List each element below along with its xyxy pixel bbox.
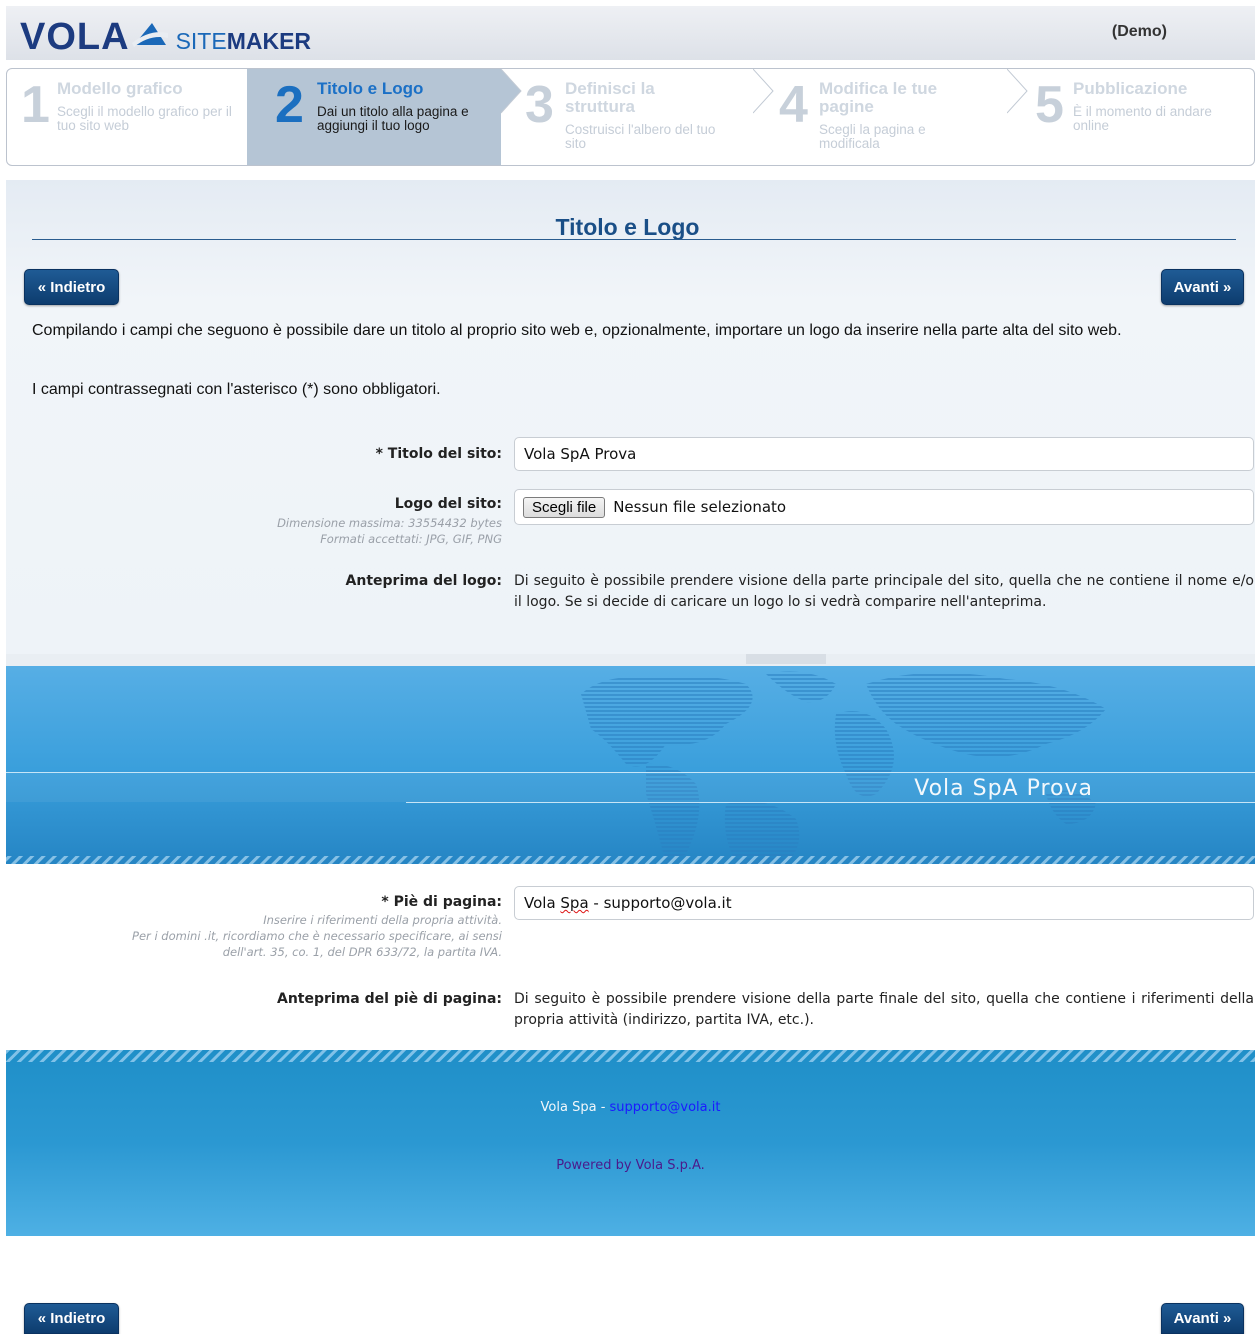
step-number: 1 — [21, 76, 50, 134]
logo-vola-text: VOLA — [20, 16, 130, 58]
next-button-top[interactable]: Avanti » — [1161, 269, 1244, 305]
footer-email-link[interactable]: supporto@vola.it — [610, 1100, 721, 1115]
step-1-modello-grafico[interactable]: 1 Modello grafico Scegli il modello graf… — [7, 69, 247, 165]
logo-preview-label: Anteprima del logo: — [345, 573, 502, 589]
footer-hint-line-3: dell'art. 35, co. 1, del DPR 633/72, la … — [222, 945, 502, 959]
footer-powered-by[interactable]: Powered by Vola S.p.A. — [6, 1158, 1255, 1173]
intro-text: Compilando i campi che seguono è possibi… — [32, 322, 1122, 339]
logo-hint-formats: Formati accettati: JPG, GIF, PNG — [320, 532, 502, 546]
page-title: Titolo e Logo — [555, 214, 700, 240]
title-divider — [32, 239, 1236, 240]
step-description: Scegli la pagina e modificala — [819, 122, 926, 151]
vola-sitemaker-logo[interactable]: VOLA SITEMAKER — [20, 18, 311, 56]
step-description: Scegli il modello grafico per il tuo sit… — [57, 104, 232, 133]
next-button-bottom[interactable]: Avanti » — [1161, 1303, 1244, 1334]
world-map-graphic — [6, 654, 1255, 864]
footer-hint-line-2: Per i domini .it, ricordiamo che è neces… — [132, 929, 502, 943]
logo-swoosh-icon — [131, 23, 168, 47]
footer-hint-line-1: Inserire i riferimenti della propria att… — [263, 913, 502, 927]
logo-hint-size: Dimensione massima: 33554432 bytes — [277, 516, 502, 530]
footer-preview-contact: Vola Spa - supporto@vola.it — [6, 1100, 1255, 1115]
back-button-bottom[interactable]: « Indietro — [24, 1303, 119, 1334]
site-title-label: * Titolo del sito: — [375, 446, 502, 462]
footer-stripes-graphic — [6, 1050, 1255, 1062]
step-number: 3 — [525, 76, 554, 134]
step-4-modifica-pagine[interactable]: 4 Modifica le tue pagine Scegli la pagin… — [753, 69, 1007, 165]
site-title-value: Vola SpA Prova — [524, 445, 637, 463]
step-title: Definisci la struttura — [565, 79, 655, 116]
logo-preview-banner — [6, 654, 1255, 864]
footer-preview-panel — [6, 1050, 1255, 1236]
step-title: Modifica le tue pagine — [819, 79, 938, 116]
step-description: Costruisci l'albero del tuo sito — [565, 122, 716, 151]
step-number: 4 — [779, 76, 808, 134]
step-number: 2 — [275, 76, 304, 134]
file-status: Nessun file selezionato — [613, 498, 787, 516]
app-header: VOLA SITEMAKER (Demo) — [6, 6, 1255, 60]
banner-site-title: Vola SpA Prova — [914, 776, 1093, 801]
step-3-struttura[interactable]: 3 Definisci la struttura Costruisci l'al… — [501, 69, 753, 165]
required-fields-note: I campi contrassegnati con l'asterisco (… — [32, 381, 441, 398]
footer-preview-description: Di seguito è possibile prendere visione … — [514, 991, 1254, 1028]
step-description: È il momento di andare online — [1073, 104, 1212, 133]
footer-value: Vola Spa - supporto@vola.it — [524, 894, 732, 912]
logo-label: Logo del sito: — [394, 496, 502, 512]
footer-company: Vola Spa — [540, 1100, 597, 1115]
step-title: Titolo e Logo — [317, 79, 424, 98]
step-5-pubblicazione[interactable]: 5 Pubblicazione È il momento di andare o… — [1007, 69, 1254, 165]
step-title: Modello grafico — [57, 79, 183, 98]
footer-label: * Piè di pagina: — [381, 894, 502, 910]
site-title-input[interactable]: Vola SpA Prova — [514, 437, 1254, 471]
step-description: Dai un titolo alla pagina e aggiungi il … — [317, 104, 469, 133]
step-number: 5 — [1035, 76, 1064, 134]
footer-preview-label: Anteprima del piè di pagina: — [277, 991, 502, 1007]
demo-label: (Demo) — [1111, 23, 1167, 40]
logo-sitemaker-text: SITEMAKER — [175, 28, 312, 54]
logo-preview-description: Di seguito è possibile prendere visione … — [514, 573, 1254, 610]
footer-input[interactable]: Vola Spa - supporto@vola.it — [514, 886, 1254, 920]
footer-separator: - — [596, 1100, 610, 1115]
back-button-top[interactable]: « Indietro — [24, 269, 119, 305]
step-2-titolo-logo[interactable]: 2 Titolo e Logo Dai un titolo alla pagin… — [247, 69, 501, 165]
wizard-steps: 1 Modello grafico Scegli il modello graf… — [6, 68, 1255, 166]
step-title: Pubblicazione — [1073, 79, 1188, 98]
logo-hint: Dimensione massima: 33554432 bytes Forma… — [277, 515, 502, 547]
logo-file-input[interactable]: Scegli file Nessun file selezionato — [514, 489, 1254, 525]
choose-file-button[interactable]: Scegli file — [523, 496, 606, 518]
footer-hint: Inserire i riferimenti della propria att… — [132, 912, 502, 960]
